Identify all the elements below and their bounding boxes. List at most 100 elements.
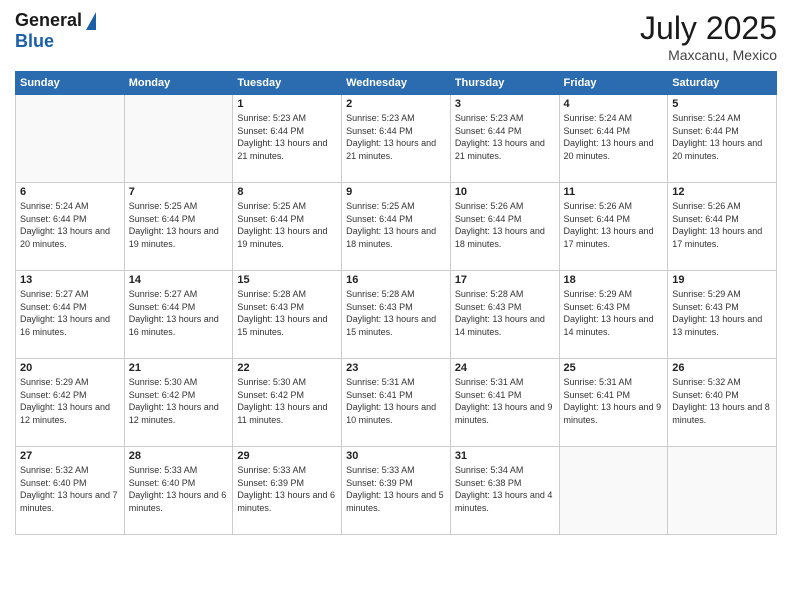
day-sun-info: Sunrise: 5:23 AMSunset: 6:44 PMDaylight:… [455,112,555,162]
day-sun-info: Sunrise: 5:33 AMSunset: 6:39 PMDaylight:… [237,464,337,514]
day-number: 12 [672,186,772,198]
day-number: 2 [346,98,446,110]
day-number: 4 [564,98,664,110]
calendar-cell [16,95,125,183]
calendar-cell: 30Sunrise: 5:33 AMSunset: 6:39 PMDayligh… [342,447,451,535]
col-sunday: Sunday [16,72,125,95]
col-wednesday: Wednesday [342,72,451,95]
day-sun-info: Sunrise: 5:25 AMSunset: 6:44 PMDaylight:… [129,200,229,250]
calendar-cell [668,447,777,535]
calendar-week-5: 27Sunrise: 5:32 AMSunset: 6:40 PMDayligh… [16,447,777,535]
calendar: Sunday Monday Tuesday Wednesday Thursday… [15,71,777,535]
calendar-week-2: 6Sunrise: 5:24 AMSunset: 6:44 PMDaylight… [16,183,777,271]
calendar-cell [559,447,668,535]
day-sun-info: Sunrise: 5:25 AMSunset: 6:44 PMDaylight:… [346,200,446,250]
day-sun-info: Sunrise: 5:31 AMSunset: 6:41 PMDaylight:… [564,376,664,426]
day-sun-info: Sunrise: 5:30 AMSunset: 6:42 PMDaylight:… [237,376,337,426]
day-number: 16 [346,274,446,286]
day-number: 21 [129,362,229,374]
day-number: 3 [455,98,555,110]
calendar-cell: 12 Sunrise: 5:26 AMSunset: 6:44 PMDayligh… [668,183,777,271]
logo-general-text: General [15,10,82,31]
day-number: 28 [129,450,229,462]
day-sun-info: Sunrise: 5:23 AMSunset: 6:44 PMDaylight:… [346,112,446,162]
calendar-cell: 24 Sunrise: 5:31 AMSunset: 6:41 PMDayligh… [450,359,559,447]
title-section: July 2025 Maxcanu, Mexico [640,10,777,63]
calendar-cell: 13 Sunrise: 5:27 AMSunset: 6:44 PMDayligh… [16,271,125,359]
day-sun-info: Sunrise: 5:26 AMSunset: 6:44 PMDaylight:… [672,200,772,250]
calendar-cell: 16 Sunrise: 5:28 AMSunset: 6:43 PMDayligh… [342,271,451,359]
calendar-cell: 29 Sunrise: 5:33 AMSunset: 6:39 PMDayligh… [233,447,342,535]
day-number: 9 [346,186,446,198]
day-sun-info: Sunrise: 5:33 AMSunset: 6:39 PMDaylight:… [346,464,446,514]
col-friday: Friday [559,72,668,95]
day-number: 19 [672,274,772,286]
calendar-week-1: 1Sunrise: 5:23 AMSunset: 6:44 PMDaylight… [16,95,777,183]
day-number: 8 [237,186,337,198]
location: Maxcanu, Mexico [640,47,777,63]
calendar-cell [124,95,233,183]
day-sun-info: Sunrise: 5:29 AMSunset: 6:43 PMDaylight:… [672,288,772,338]
calendar-cell: 26Sunrise: 5:32 AMSunset: 6:40 PMDayligh… [668,359,777,447]
calendar-header-row: Sunday Monday Tuesday Wednesday Thursday… [16,72,777,95]
day-sun-info: Sunrise: 5:25 AMSunset: 6:44 PMDaylight:… [237,200,337,250]
calendar-cell: 18 Sunrise: 5:29 AMSunset: 6:43 PMDayligh… [559,271,668,359]
calendar-cell: 17Sunrise: 5:28 AMSunset: 6:43 PMDayligh… [450,271,559,359]
calendar-cell: 1Sunrise: 5:23 AMSunset: 6:44 PMDaylight… [233,95,342,183]
page: General Blue July 2025 Maxcanu, Mexico S… [0,0,792,612]
day-sun-info: Sunrise: 5:31 AMSunset: 6:41 PMDaylight:… [455,376,555,426]
day-number: 29 [237,450,337,462]
day-number: 24 [455,362,555,374]
day-sun-info: Sunrise: 5:29 AMSunset: 6:42 PMDaylight:… [20,376,120,426]
day-sun-info: Sunrise: 5:28 AMSunset: 6:43 PMDaylight:… [237,288,337,338]
day-number: 11 [564,186,664,198]
day-number: 31 [455,450,555,462]
logo-triangle-icon [86,12,96,30]
calendar-cell: 20Sunrise: 5:29 AMSunset: 6:42 PMDayligh… [16,359,125,447]
day-sun-info: Sunrise: 5:27 AMSunset: 6:44 PMDaylight:… [20,288,120,338]
calendar-cell: 21 Sunrise: 5:30 AMSunset: 6:42 PMDayligh… [124,359,233,447]
day-number: 15 [237,274,337,286]
day-sun-info: Sunrise: 5:27 AMSunset: 6:44 PMDaylight:… [129,288,229,338]
calendar-cell: 8 Sunrise: 5:25 AMSunset: 6:44 PMDaylight… [233,183,342,271]
day-sun-info: Sunrise: 5:34 AMSunset: 6:38 PMDaylight:… [455,464,555,514]
day-sun-info: Sunrise: 5:24 AMSunset: 6:44 PMDaylight:… [672,112,772,162]
day-number: 13 [20,274,120,286]
col-tuesday: Tuesday [233,72,342,95]
day-number: 23 [346,362,446,374]
month-year: July 2025 [640,10,777,47]
day-sun-info: Sunrise: 5:24 AMSunset: 6:44 PMDaylight:… [564,112,664,162]
col-thursday: Thursday [450,72,559,95]
day-sun-info: Sunrise: 5:26 AMSunset: 6:44 PMDaylight:… [455,200,555,250]
day-number: 22 [237,362,337,374]
day-sun-info: Sunrise: 5:29 AMSunset: 6:43 PMDaylight:… [564,288,664,338]
day-sun-info: Sunrise: 5:33 AMSunset: 6:40 PMDaylight:… [129,464,229,514]
day-number: 26 [672,362,772,374]
day-sun-info: Sunrise: 5:28 AMSunset: 6:43 PMDaylight:… [346,288,446,338]
calendar-cell: 15 Sunrise: 5:28 AMSunset: 6:43 PMDayligh… [233,271,342,359]
calendar-cell: 9 Sunrise: 5:25 AMSunset: 6:44 PMDaylight… [342,183,451,271]
calendar-cell: 4 Sunrise: 5:24 AMSunset: 6:44 PMDaylight… [559,95,668,183]
calendar-cell: 3 Sunrise: 5:23 AMSunset: 6:44 PMDaylight… [450,95,559,183]
day-sun-info: Sunrise: 5:31 AMSunset: 6:41 PMDaylight:… [346,376,446,426]
calendar-cell: 31 Sunrise: 5:34 AMSunset: 6:38 PMDayligh… [450,447,559,535]
calendar-week-3: 13 Sunrise: 5:27 AMSunset: 6:44 PMDayligh… [16,271,777,359]
col-saturday: Saturday [668,72,777,95]
day-sun-info: Sunrise: 5:23 AMSunset: 6:44 PMDaylight:… [237,112,337,162]
calendar-cell: 19 Sunrise: 5:29 AMSunset: 6:43 PMDayligh… [668,271,777,359]
calendar-cell: 10Sunrise: 5:26 AMSunset: 6:44 PMDayligh… [450,183,559,271]
logo: General Blue [15,10,96,52]
logo-blue-text: Blue [15,31,54,52]
day-number: 18 [564,274,664,286]
calendar-cell: 14 Sunrise: 5:27 AMSunset: 6:44 PMDayligh… [124,271,233,359]
calendar-week-4: 20Sunrise: 5:29 AMSunset: 6:42 PMDayligh… [16,359,777,447]
header: General Blue July 2025 Maxcanu, Mexico [15,10,777,63]
day-sun-info: Sunrise: 5:30 AMSunset: 6:42 PMDaylight:… [129,376,229,426]
col-monday: Monday [124,72,233,95]
calendar-cell: 23 Sunrise: 5:31 AMSunset: 6:41 PMDayligh… [342,359,451,447]
day-number: 25 [564,362,664,374]
day-number: 14 [129,274,229,286]
calendar-cell: 2 Sunrise: 5:23 AMSunset: 6:44 PMDaylight… [342,95,451,183]
calendar-cell: 28 Sunrise: 5:33 AMSunset: 6:40 PMDayligh… [124,447,233,535]
day-number: 5 [672,98,772,110]
